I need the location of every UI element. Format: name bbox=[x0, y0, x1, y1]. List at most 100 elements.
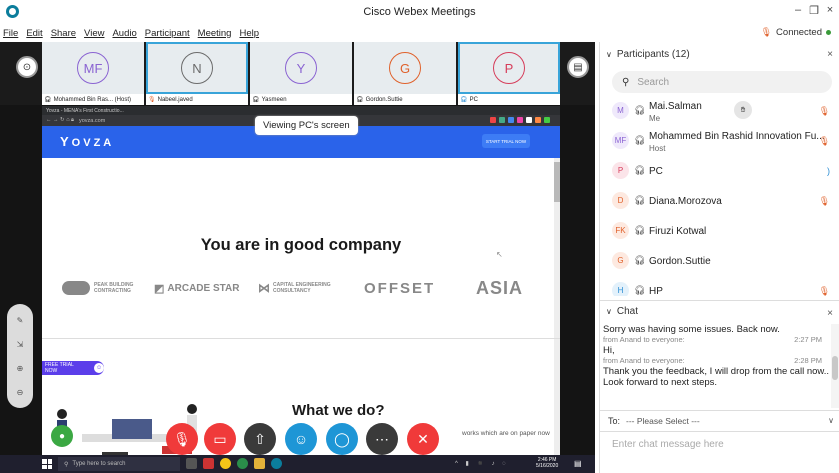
participant-row[interactable]: M 🎧︎ Mai.Salman Me ✋︎ 🎙︎ bbox=[600, 96, 839, 126]
taskbar-clock[interactable]: 2:46 PM 5/16/2020 bbox=[536, 457, 558, 469]
title-bar: Cisco Webex Meetings – ❐ × bbox=[0, 0, 839, 24]
zoom-out-icon[interactable]: ⊖ bbox=[17, 388, 24, 397]
section-text: works which are on paper now bbox=[462, 430, 550, 437]
participant-row[interactable]: P 🎧︎ PC ) bbox=[600, 156, 839, 186]
chat-log: Sorry was having some issues. Back now. … bbox=[600, 324, 832, 408]
start-icon[interactable] bbox=[42, 459, 52, 469]
headset-icon: 🎧︎ bbox=[634, 255, 646, 265]
thumbnail-p[interactable]: P bbox=[458, 42, 560, 94]
hand-icon[interactable]: ✋︎ bbox=[734, 101, 752, 119]
layout-icon[interactable]: ⊙ bbox=[16, 56, 38, 78]
chat-button[interactable]: ◯ bbox=[326, 423, 358, 455]
extension-icon bbox=[544, 117, 550, 123]
recipient-select[interactable]: --- Please Select --- bbox=[626, 416, 700, 426]
menu-audio[interactable]: Audio bbox=[112, 28, 136, 39]
chat-scrollbar[interactable] bbox=[831, 324, 839, 408]
notifications-icon[interactable]: ▤ bbox=[574, 459, 582, 468]
headset-icon: 🎧︎ bbox=[634, 195, 646, 205]
participant-row[interactable]: FK 🎧︎ Firuzi Kotwal bbox=[600, 216, 839, 246]
mic-muted-icon[interactable]: 🎙︎ bbox=[819, 106, 830, 117]
avatar: Y bbox=[285, 52, 317, 84]
pointer-icon[interactable]: ⇲ bbox=[17, 340, 24, 349]
menu-meeting[interactable]: Meeting bbox=[198, 28, 232, 39]
zoom-in-icon[interactable]: ⊕ bbox=[17, 364, 24, 373]
chat-header[interactable]: ∨ Chat bbox=[600, 300, 839, 322]
menu-file[interactable]: File bbox=[3, 28, 18, 39]
participant-search-input[interactable]: ⚲ Search bbox=[612, 71, 832, 93]
to-label: To: bbox=[608, 416, 621, 426]
chat-bubble-icon[interactable]: ● bbox=[51, 425, 73, 447]
participant-name: Mai.Salman bbox=[649, 101, 702, 112]
chat-message: Hi, bbox=[603, 345, 615, 356]
menu-view[interactable]: View bbox=[84, 28, 104, 39]
nav-arrows-icon: ← → ↻ ⌂ 🔒︎ bbox=[46, 117, 74, 123]
participants-header[interactable]: ∨ Participants (12) bbox=[600, 42, 839, 66]
thumbnail-g[interactable]: G bbox=[354, 42, 456, 94]
section-divider bbox=[42, 338, 560, 339]
annotate-icon[interactable]: ✎ bbox=[17, 316, 24, 325]
browser-tab-bar: Yovza - MENA's First Constructio... bbox=[42, 106, 560, 115]
taskbar-search[interactable]: ⚲ Type here to search bbox=[58, 457, 180, 471]
meeting-stage: ⊙ MF 🎧︎ Mohammed Bin Ras... (Host) N 🎙︎ Na… bbox=[0, 42, 595, 473]
chat-message-meta: from Anand to everyone: 2:27 PM bbox=[603, 335, 822, 344]
thumbnail-mf[interactable]: MF bbox=[42, 42, 144, 94]
thumbnail-name: 🎙︎ Nabeel.javed bbox=[146, 94, 248, 105]
webex-taskbar-icon[interactable] bbox=[271, 458, 282, 469]
participant-row[interactable]: MF 🎧︎ Mohammed Bin Rashid Innovation Fu.… bbox=[600, 126, 839, 156]
task-view-icon[interactable] bbox=[186, 458, 197, 469]
menu-participant[interactable]: Participant bbox=[145, 28, 190, 39]
participant-row[interactable]: H 🎧︎ HP 🎙︎ bbox=[600, 276, 839, 296]
page-scrollbar bbox=[554, 158, 560, 472]
headset-icon: 🎧︎ bbox=[634, 225, 646, 235]
browser-extensions bbox=[490, 117, 550, 123]
participant-row[interactable]: G 🎧︎ Gordon.Suttie bbox=[600, 246, 839, 276]
chevron-down-icon: ∨ bbox=[606, 307, 612, 316]
chat-close-icon[interactable]: × bbox=[827, 308, 833, 319]
avatar: P bbox=[612, 162, 629, 179]
shared-screen: Yovza - MENA's First Constructio... ← → … bbox=[42, 106, 560, 472]
unmute-button[interactable]: 🎙︎ bbox=[166, 423, 198, 455]
restore-button[interactable]: ❐ bbox=[807, 4, 821, 17]
viewing-banner: Viewing PC's screen bbox=[255, 116, 358, 135]
menu-share[interactable]: Share bbox=[51, 28, 76, 39]
mic-muted-icon: 🎙︎ bbox=[148, 97, 156, 103]
avatar: M bbox=[612, 102, 629, 119]
chevron-down-icon[interactable]: ∨ bbox=[828, 416, 834, 425]
participant-name: PC bbox=[649, 166, 663, 177]
start-video-button[interactable]: ▭ bbox=[204, 423, 236, 455]
mic-muted-icon[interactable]: 🎙︎ bbox=[819, 286, 830, 296]
participant-name: Diana.Morozova bbox=[649, 196, 722, 207]
participants-button[interactable]: ☺ bbox=[285, 423, 317, 455]
more-options-button[interactable]: ⋯ bbox=[366, 423, 398, 455]
thumbnail-y[interactable]: Y bbox=[250, 42, 352, 94]
mic-muted-icon[interactable]: 🎙︎ bbox=[819, 136, 830, 147]
pdf-app-icon[interactable] bbox=[203, 458, 214, 469]
extension-icon bbox=[535, 117, 541, 123]
connection-status: 🎙︎ Connected bbox=[761, 27, 831, 38]
mic-muted-icon[interactable]: 🎙︎ bbox=[819, 196, 830, 207]
thumbnail-name: 🎧︎ PC bbox=[458, 94, 560, 105]
headset-icon: 🎧︎ bbox=[356, 97, 364, 103]
menu-edit[interactable]: Edit bbox=[26, 28, 42, 39]
file-explorer-icon[interactable] bbox=[254, 458, 265, 469]
participant-row[interactable]: D 🎧︎ Diana.Morozova 🎙︎ bbox=[600, 186, 839, 216]
close-button[interactable]: × bbox=[823, 4, 837, 16]
menu-help[interactable]: Help bbox=[239, 28, 259, 39]
participants-close-icon[interactable]: × bbox=[827, 49, 833, 60]
thumbnail-name: 🎧︎ Mohammed Bin Ras... (Host) bbox=[42, 94, 144, 105]
minimize-button[interactable]: – bbox=[791, 4, 805, 16]
chrome-icon[interactable] bbox=[220, 458, 231, 469]
thumbnail-name: 🎧︎ Gordon.Suttie bbox=[354, 94, 456, 105]
mic-muted-icon: 🎙︎ bbox=[760, 27, 773, 37]
chat-message-input[interactable]: Enter chat message here bbox=[612, 439, 724, 450]
participant-role: Me bbox=[649, 114, 661, 123]
badge-icon: ☺ bbox=[94, 363, 104, 373]
leave-meeting-button[interactable]: ✕ bbox=[407, 423, 439, 455]
extension-icon bbox=[508, 117, 514, 123]
chat-recipient-row: To: --- Please Select --- ∨ bbox=[600, 410, 839, 432]
thumbnail-n[interactable]: N bbox=[146, 42, 248, 94]
chat-toggle-icon[interactable]: ▤ bbox=[567, 56, 589, 78]
share-button[interactable]: ⇧ bbox=[244, 423, 276, 455]
whatsapp-icon[interactable] bbox=[237, 458, 248, 469]
avatar: P bbox=[493, 52, 525, 84]
